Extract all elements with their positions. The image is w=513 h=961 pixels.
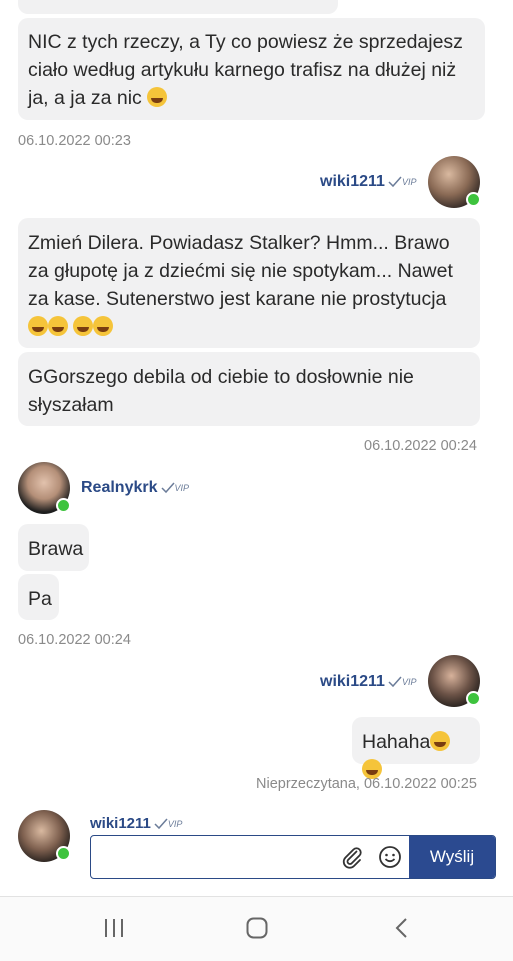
smiley-icon: [379, 846, 401, 868]
laughing-emoji-icon: [430, 731, 451, 751]
vip-badge-icon: VIP: [388, 676, 416, 688]
message-bubble: NIC z tych rzeczy, a Ty co powiesz że sp…: [18, 18, 485, 120]
message-timestamp: 06.10.2022 00:24: [364, 438, 477, 454]
composer-username: wiki1211 VIP: [90, 815, 183, 832]
message-bubble: Zmień Dilera. Powiadasz Stalker? Hmm... …: [18, 218, 480, 348]
message-text: Pa: [28, 588, 52, 610]
message-input[interactable]: [91, 836, 333, 878]
online-status-icon: [466, 192, 481, 207]
online-status-icon: [56, 498, 71, 513]
message-bubble: GGorszego debila od ciebie to dosłownie …: [18, 352, 480, 426]
system-navigation-bar: [0, 896, 513, 961]
sender-name-wiki[interactable]: wiki1211 VIP: [320, 673, 416, 691]
laughing-emoji-icon: [93, 316, 114, 336]
message-timestamp: Nieprzeczytana, 06.10.2022 00:25: [256, 776, 477, 792]
vip-badge-icon: VIP: [154, 818, 182, 830]
message-bubble: Pa: [18, 574, 59, 620]
avatar-realnykrk[interactable]: [18, 462, 71, 514]
message-text: Hahaha: [362, 731, 431, 753]
grin-emoji-icon: [147, 87, 168, 107]
online-status-icon: [466, 691, 481, 706]
online-status-icon: [56, 846, 71, 861]
vip-badge-icon: VIP: [388, 176, 416, 188]
message-text: GGorszego debila od ciebie to dosłownie …: [28, 366, 414, 416]
avatar-composer: [18, 810, 71, 862]
avatar-wiki[interactable]: [428, 655, 481, 707]
emoji-button[interactable]: [371, 836, 409, 878]
message-text: Zmień Dilera. Powiadasz Stalker? Hmm... …: [28, 232, 453, 310]
message-text: Brawa: [28, 538, 84, 560]
avatar-wiki[interactable]: [428, 156, 481, 208]
partial-message-bubble: [18, 0, 338, 14]
paperclip-icon: [342, 847, 362, 869]
home-icon[interactable]: [245, 916, 269, 940]
message-composer: Wyślij: [90, 835, 496, 879]
sender-name-realnykrk[interactable]: Realnykrk VIP: [81, 479, 189, 497]
back-icon[interactable]: [392, 916, 410, 940]
message-bubble: Brawa: [18, 524, 89, 571]
recent-apps-icon[interactable]: [103, 917, 125, 939]
message-timestamp: 06.10.2022 00:24: [18, 632, 131, 648]
attach-button[interactable]: [333, 836, 371, 878]
message-text: NIC z tych rzeczy, a Ty co powiesz że sp…: [28, 31, 463, 109]
vip-badge-icon: VIP: [160, 482, 189, 494]
laughing-emoji-icon: [73, 316, 94, 336]
laughing-emoji-icon: [28, 316, 48, 336]
sender-name-wiki[interactable]: wiki1211 VIP: [320, 173, 416, 191]
laughing-emoji-icon: [48, 316, 68, 336]
message-bubble: Hahaha: [352, 717, 480, 779]
send-button[interactable]: Wyślij: [409, 836, 495, 878]
message-timestamp: 06.10.2022 00:23: [18, 133, 131, 149]
